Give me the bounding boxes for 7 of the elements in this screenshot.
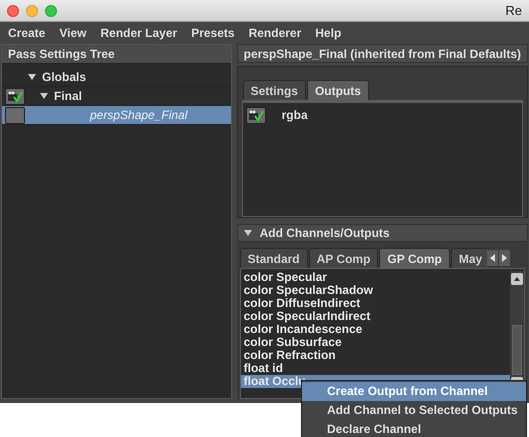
tree-label: Final [54, 88, 82, 105]
tree-label: Globals [42, 69, 86, 86]
window-title: Re [505, 2, 522, 20]
section-title: Add Channels/Outputs [260, 225, 390, 242]
tree-label: perspShape_Final [90, 107, 188, 124]
panel-header: Pass Settings Tree [2, 45, 231, 64]
panel-header: perspShape_Final (inherited from Final Defaults) [236, 44, 528, 63]
